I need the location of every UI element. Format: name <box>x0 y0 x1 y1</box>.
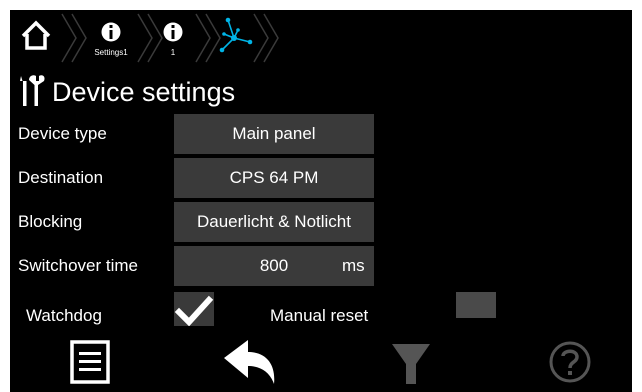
switchover-time-unit: ms <box>342 256 365 275</box>
blocking-label: Blocking <box>18 212 83 231</box>
switchover-time-field[interactable]: 800 ms <box>174 246 374 286</box>
switchover-time-label: Switchover time <box>18 256 138 275</box>
manual-reset-label: Manual reset <box>270 306 369 325</box>
network-icon <box>219 17 253 53</box>
destination-label: Destination <box>18 168 104 187</box>
page-header: Device settings <box>10 70 632 114</box>
switchover-time-value: 800 <box>259 256 289 275</box>
manual-reset-checkbox[interactable] <box>456 292 496 318</box>
back-button[interactable] <box>190 332 310 392</box>
watchdog-label: Watchdog <box>26 306 102 325</box>
blocking-field[interactable]: Dauerlicht & Notlicht <box>174 202 374 242</box>
breadcrumb-label: Settings1 <box>94 48 128 57</box>
breadcrumb-settings1[interactable]: Settings1 <box>86 10 136 66</box>
destination-field[interactable]: CPS 64 PM <box>174 158 374 198</box>
device-type-value: Main panel <box>232 124 316 143</box>
help-button[interactable] <box>510 332 630 392</box>
filter-icon <box>392 344 430 384</box>
breadcrumb: Settings1 1 <box>10 10 632 66</box>
page-title: Device settings <box>52 77 236 107</box>
bottom-toolbar <box>10 332 632 392</box>
breadcrumb-home[interactable] <box>14 10 58 66</box>
destination-value: CPS 64 PM <box>229 168 319 187</box>
device-screen: Settings1 1 Device settings Device type … <box>10 10 632 392</box>
blocking-value: Dauerlicht & Notlicht <box>196 212 351 231</box>
menu-button[interactable] <box>30 332 150 392</box>
device-type-label: Device type <box>18 124 107 143</box>
info-icon <box>163 22 183 42</box>
breadcrumb-label: 1 <box>170 48 176 57</box>
device-type-field[interactable]: Main panel <box>174 114 374 154</box>
home-icon <box>21 20 51 50</box>
back-icon <box>224 340 275 384</box>
help-icon <box>549 341 591 383</box>
filter-button[interactable] <box>350 332 470 392</box>
info-icon <box>101 22 121 42</box>
checkmark-icon <box>174 295 214 327</box>
breadcrumb-network[interactable] <box>216 10 256 66</box>
breadcrumb-1[interactable]: 1 <box>156 10 190 66</box>
menu-icon <box>70 340 110 384</box>
watchdog-checkbox[interactable] <box>174 292 214 327</box>
settings-tools-icon <box>20 75 45 106</box>
